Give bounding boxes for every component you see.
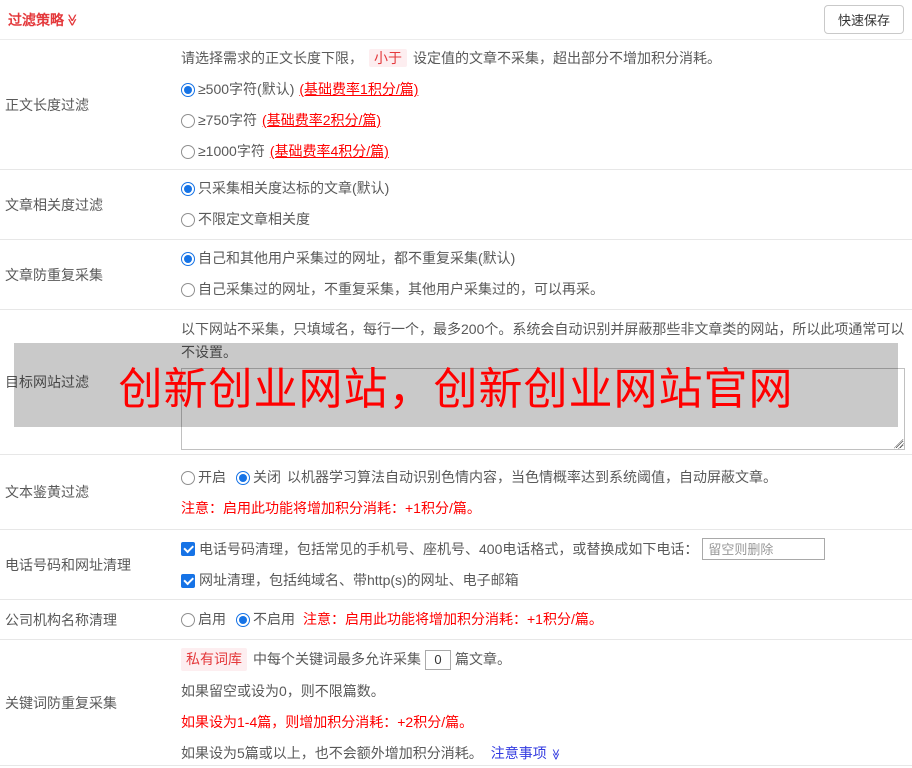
- option-label: ≥500字符(默认): [198, 81, 295, 97]
- radio-icon[interactable]: [181, 144, 195, 159]
- notes-link-label: 注意事项: [490, 745, 547, 761]
- radio-selected-icon[interactable]: [181, 82, 195, 97]
- intro-text-before: 请选择需求的正文长度下限，: [181, 50, 363, 66]
- row-target-site-filter: 目标网站过滤 以下网站不采集，只填域名，每行一个，最多200个。系统会自动识别并…: [0, 310, 912, 455]
- less-than-badge: 小于: [369, 49, 407, 67]
- option-label: ≥750字符: [198, 112, 258, 128]
- radio-option-750-chars[interactable]: ≥750字符 (基础费率2积分/篇): [181, 110, 905, 131]
- row-label-keyword-dedup: 关键词防重复采集: [5, 694, 117, 711]
- option-label: 自己采集过的网址，不重复采集，其他用户采集过的，可以再采。: [198, 281, 604, 297]
- company-cleanup-options: 启用 不启用 注意：启用此功能将增加积分消耗：+1积分/篇。: [181, 609, 905, 630]
- row-porn-detection-filter: 文本鉴黄过滤 开启 关闭 以机器学习算法自动识别色情内容，当色情概率达到系统阈值…: [0, 455, 912, 530]
- line1-text: 中每个关键词最多允许采集: [253, 651, 421, 667]
- option-label: 电话号码清理，包括常见的手机号、座机号、400电话格式，或替换成如下电话：: [199, 540, 699, 557]
- option-fee-note: (基础费率4积分/篇): [269, 143, 389, 159]
- checkbox-option-url-cleanup[interactable]: 网址清理，包括纯域名、带http(s)的网址、电子邮箱: [181, 570, 905, 591]
- radio-option-relevance-only[interactable]: 只采集相关度达标的文章(默认): [181, 178, 905, 199]
- line1-tail: 篇文章。: [455, 651, 511, 667]
- blocked-sites-textarea[interactable]: [181, 368, 905, 450]
- keyword-dedup-line1: 私有词库 中每个关键词最多允许采集 篇文章。: [181, 648, 905, 671]
- private-thesaurus-badge: 私有词库: [181, 648, 247, 671]
- row-company-name-cleanup: 公司机构名称清理 启用 不启用 注意：启用此功能将增加积分消耗：+1积分/篇。: [0, 600, 912, 640]
- porn-filter-description: 以机器学习算法自动识别色情内容，当色情概率达到系统阈值，自动屏蔽文章。: [287, 469, 777, 485]
- row-label-porn-filter: 文本鉴黄过滤: [5, 484, 89, 500]
- porn-filter-options: 开启 关闭 以机器学习算法自动识别色情内容，当色情概率达到系统阈值，自动屏蔽文章…: [181, 467, 905, 488]
- quick-save-button[interactable]: 快速保存: [823, 5, 904, 34]
- row-label-content-length: 正文长度过滤: [5, 96, 89, 113]
- phone-replacement-input[interactable]: [702, 538, 826, 560]
- radio-option-global-dedup[interactable]: 自己和其他用户采集过的网址，都不重复采集(默认): [181, 248, 905, 269]
- row-content: 请选择需求的正文长度下限， 小于 设定值的文章不采集，超出部分不增加积分消耗。 ≥5…: [181, 40, 912, 169]
- chevron-down-icon: ≫: [65, 13, 80, 26]
- radio-option-no-relevance-limit[interactable]: 不限定文章相关度: [181, 209, 905, 230]
- intro-text-after: 设定值的文章不采集，超出部分不增加积分消耗。: [413, 50, 721, 66]
- option-label: 不启用: [253, 611, 295, 627]
- content-length-intro: 请选择需求的正文长度下限， 小于 设定值的文章不采集，超出部分不增加积分消耗。: [181, 48, 905, 69]
- keyword-dedup-line4: 如果设为5篇或以上，也不会额外增加积分消耗。 注意事项 ≫: [181, 743, 905, 765]
- radio-icon[interactable]: [181, 282, 195, 297]
- radio-option-self-dedup[interactable]: 自己采集过的网址，不重复采集，其他用户采集过的，可以再采。: [181, 279, 905, 300]
- radio-option-1000-chars[interactable]: ≥1000字符 (基础费率4积分/篇): [181, 141, 905, 162]
- filter-strategy-page: 过滤策略≫ 快速保存 正文长度过滤 请选择需求的正文长度下限， 小于 设定值的文章不…: [0, 0, 912, 768]
- row-phone-url-cleanup: 电话号码和网址清理 电话号码清理，包括常见的手机号、座机号、400电话格式，或替…: [0, 530, 912, 600]
- chevron-down-icon: ≫: [549, 748, 562, 761]
- row-content: 只采集相关度达标的文章(默认) 不限定文章相关度: [181, 170, 912, 239]
- radio-icon[interactable]: [181, 612, 195, 627]
- option-fee-note: (基础费率2积分/篇): [262, 112, 382, 128]
- radio-option-enable[interactable]: 开启: [181, 467, 226, 488]
- checkbox-checked-icon[interactable]: [181, 573, 195, 588]
- page-header: 过滤策略≫ 快速保存: [0, 0, 912, 40]
- option-label: 开启: [198, 469, 226, 485]
- max-articles-input[interactable]: [425, 649, 451, 670]
- porn-filter-cost-note: 注意：启用此功能将增加积分消耗：+1积分/篇。: [181, 500, 481, 516]
- line4-text: 如果设为5篇或以上，也不会额外增加积分消耗。: [181, 745, 483, 761]
- radio-option-disable[interactable]: 关闭: [236, 467, 281, 488]
- option-label: ≥1000字符: [198, 143, 265, 159]
- row-label-relevance: 文章相关度过滤: [5, 196, 103, 213]
- row-content: 以下网站不采集，只填域名，每行一个，最多200个。系统会自动识别并屏蔽那些非文章…: [181, 310, 912, 454]
- keyword-dedup-cost-note: 如果设为1-4篇，则增加积分消耗：+2积分/篇。: [181, 714, 474, 730]
- row-article-relevance-filter: 文章相关度过滤 只采集相关度达标的文章(默认) 不限定文章相关度: [0, 170, 912, 240]
- row-content: 电话号码清理，包括常见的手机号、座机号、400电话格式，或替换成如下电话： 网址…: [181, 530, 912, 599]
- row-article-dedup: 文章防重复采集 自己和其他用户采集过的网址，都不重复采集(默认) 自己采集过的网…: [0, 240, 912, 310]
- row-label-company-cleanup: 公司机构名称清理: [5, 611, 117, 628]
- option-fee-note: (基础费率1积分/篇): [299, 81, 419, 97]
- option-label: 不限定文章相关度: [198, 211, 310, 227]
- option-label: 网址清理，包括纯域名、带http(s)的网址、电子邮箱: [199, 572, 519, 588]
- checkbox-checked-icon[interactable]: [181, 542, 195, 556]
- notes-link[interactable]: 注意事项 ≫: [491, 745, 561, 761]
- page-title: 过滤策略: [8, 11, 64, 28]
- row-keyword-dedup: 关键词防重复采集 私有词库 中每个关键词最多允许采集 篇文章。 如果留空或设为0…: [0, 640, 912, 766]
- row-content: 私有词库 中每个关键词最多允许采集 篇文章。 如果留空或设为0，则不限篇数。 如…: [181, 640, 912, 765]
- page-title-group[interactable]: 过滤策略≫: [8, 10, 79, 30]
- target-site-description: 以下网站不采集，只填域名，每行一个，最多200个。系统会自动识别并屏蔽那些非文章…: [181, 321, 905, 360]
- row-label-target-site: 目标网站过滤: [5, 374, 89, 390]
- radio-selected-icon[interactable]: [181, 181, 195, 196]
- company-cleanup-cost-note: 注意：启用此功能将增加积分消耗：+1积分/篇。: [303, 611, 603, 627]
- option-label: 启用: [198, 611, 226, 627]
- radio-selected-icon[interactable]: [236, 612, 250, 627]
- radio-option-enable[interactable]: 启用: [181, 609, 226, 630]
- row-content: 启用 不启用 注意：启用此功能将增加积分消耗：+1积分/篇。: [181, 609, 912, 630]
- row-content-length-filter: 正文长度过滤 请选择需求的正文长度下限， 小于 设定值的文章不采集，超出部分不增加积…: [0, 40, 912, 170]
- radio-option-500-chars[interactable]: ≥500字符(默认) (基础费率1积分/篇): [181, 79, 905, 100]
- radio-icon[interactable]: [181, 470, 195, 485]
- radio-option-disable[interactable]: 不启用: [236, 609, 295, 630]
- checkbox-option-phone-cleanup[interactable]: 电话号码清理，包括常见的手机号、座机号、400电话格式，或替换成如下电话：: [181, 538, 905, 560]
- radio-icon[interactable]: [181, 113, 195, 128]
- row-content: 自己和其他用户采集过的网址，都不重复采集(默认) 自己采集过的网址，不重复采集，…: [181, 240, 912, 309]
- row-label-phone-url: 电话号码和网址清理: [5, 556, 131, 573]
- row-label-dedup: 文章防重复采集: [5, 266, 103, 283]
- option-label: 只采集相关度达标的文章(默认): [198, 180, 390, 196]
- radio-selected-icon[interactable]: [181, 251, 195, 266]
- radio-icon[interactable]: [181, 212, 195, 227]
- option-label: 关闭: [253, 469, 281, 485]
- radio-selected-icon[interactable]: [236, 470, 250, 485]
- row-content: 开启 关闭 以机器学习算法自动识别色情内容，当色情概率达到系统阈值，自动屏蔽文章…: [181, 455, 912, 529]
- option-label: 自己和其他用户采集过的网址，都不重复采集(默认): [198, 250, 516, 266]
- keyword-dedup-line2: 如果留空或设为0，则不限篇数。: [181, 683, 385, 699]
